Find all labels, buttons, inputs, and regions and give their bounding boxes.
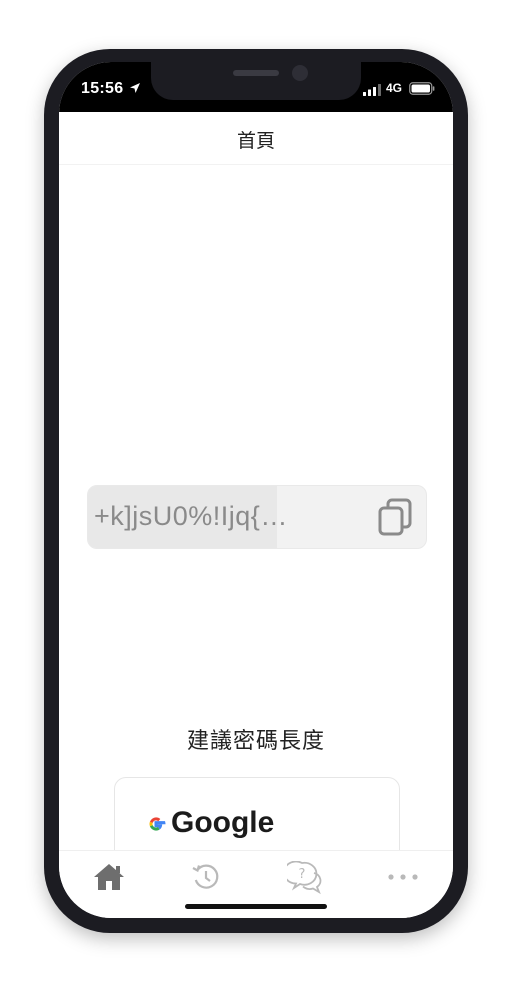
tab-more[interactable] [383,861,423,897]
tab-home[interactable] [90,861,130,897]
history-icon [192,864,219,889]
notch [151,62,361,100]
speaker [233,70,279,76]
location-arrow-icon [130,83,140,93]
svg-text:?: ? [299,867,306,882]
main-content: +k]jsU0%!Ijq{… 建議密碼長度 Google [59,165,453,918]
screen: 15:56 4G 首頁 +k]jsU0%!Ijq{… 建議密碼長度 Google… [59,62,453,918]
copy-icon[interactable] [376,497,416,537]
page-title: 首頁 [236,131,275,152]
generated-password-field[interactable]: +k]jsU0%!Ijq{… [87,485,427,549]
recommended-length-heading: 建議密碼長度 [186,728,325,753]
help-icon: ? [287,861,322,895]
network-label: 4G [386,81,403,95]
camera [292,65,308,81]
tab-help[interactable]: ? [285,861,325,897]
home-indicator [185,904,327,909]
status-time: 15:56 [81,80,124,97]
navigation-bar: 首頁 [59,112,453,165]
generated-password-text[interactable]: +k]jsU0%!Ijq{… [94,501,288,532]
battery-icon [409,82,435,95]
google-logo-icon [149,817,166,831]
signal-icon [363,84,381,96]
more-icon [388,874,418,880]
status-bar: 15:56 4G [59,62,453,112]
google-card-label: Google [171,806,275,839]
tab-history[interactable] [187,861,227,897]
home-icon [94,864,124,890]
